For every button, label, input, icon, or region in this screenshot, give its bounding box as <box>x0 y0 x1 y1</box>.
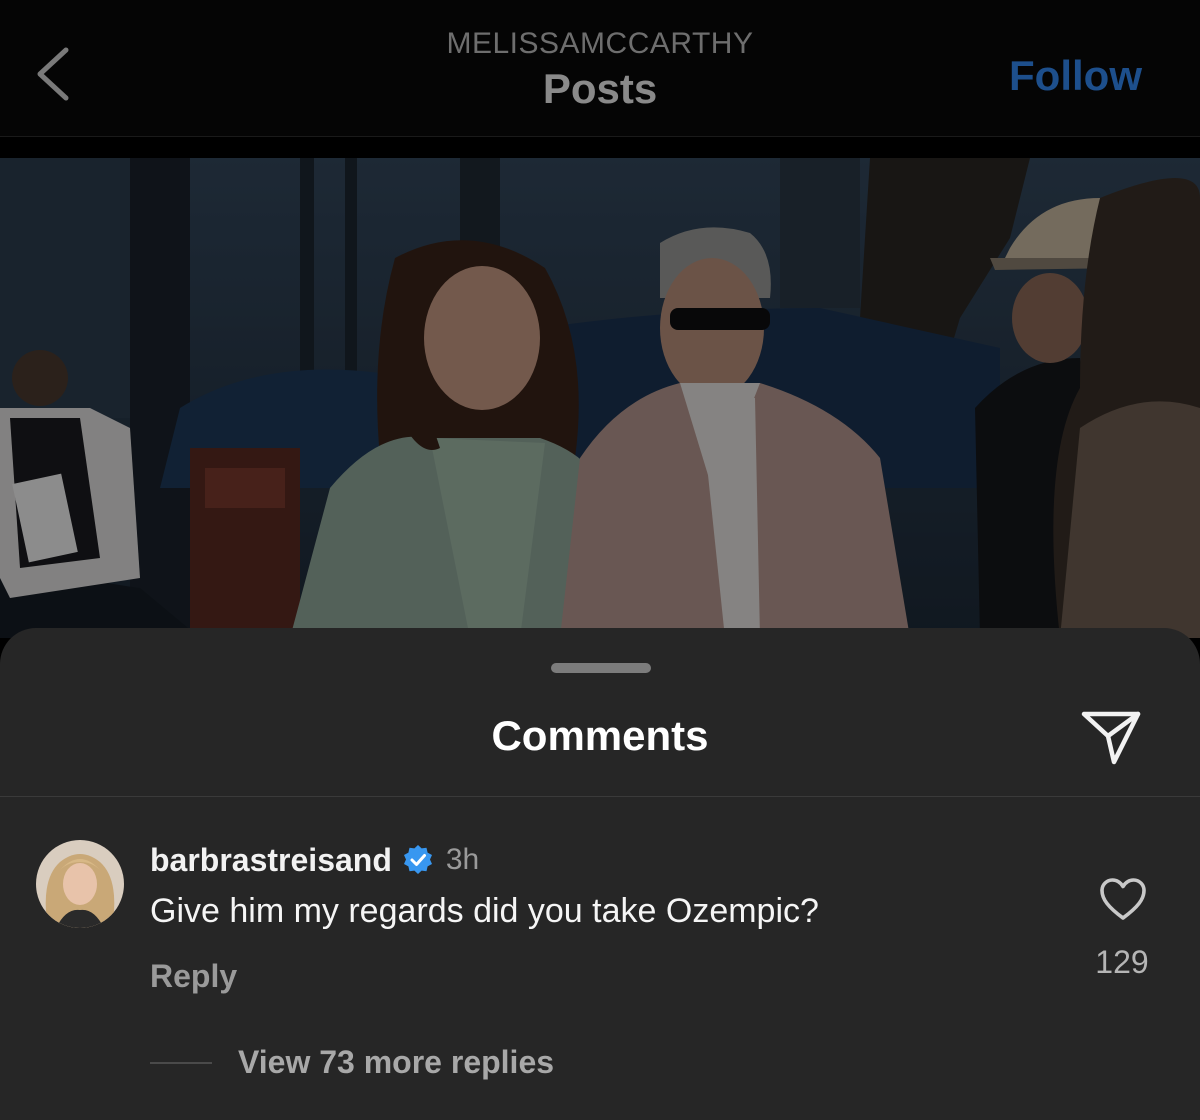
comment-text: Give him my regards did you take Ozempic… <box>150 892 819 930</box>
post-page: MELISSAMCCARTHY Posts Follow Comments ba… <box>0 0 1200 1120</box>
comments-sheet: Comments barbrastreisand 3h Give him my … <box>0 628 1200 1120</box>
comments-title: Comments <box>491 712 709 759</box>
avatar[interactable] <box>36 840 124 928</box>
top-nav-bar: MELISSAMCCARTHY Posts Follow <box>0 0 1200 137</box>
page-title: Posts <box>542 65 658 112</box>
paper-plane-icon <box>1081 711 1141 765</box>
replies-divider-line <box>150 1062 212 1064</box>
follow-button[interactable]: Follow <box>1009 52 1142 100</box>
comment-meta: barbrastreisand 3h <box>150 840 479 880</box>
like-count: 129 <box>1095 944 1149 980</box>
post-photo-illustration <box>0 158 1200 638</box>
reply-button[interactable]: Reply <box>150 958 237 995</box>
share-button[interactable] <box>1078 704 1144 770</box>
profile-username: MELISSAMCCARTHY <box>446 27 754 60</box>
like-button[interactable] <box>1098 876 1148 922</box>
comment-username[interactable]: barbrastreisand <box>150 842 392 879</box>
chevron-left-icon <box>37 47 69 101</box>
heart-icon <box>1100 878 1146 920</box>
post-photo[interactable] <box>0 158 1200 638</box>
profile-picture <box>36 840 124 928</box>
view-replies-button[interactable]: View 73 more replies <box>238 1044 554 1081</box>
verified-badge-icon <box>403 845 432 874</box>
sheet-drag-handle[interactable] <box>551 663 651 673</box>
divider <box>0 796 1200 797</box>
header-titles: MELISSAMCCARTHY Posts <box>300 26 900 116</box>
back-button[interactable] <box>30 44 80 104</box>
comment-timestamp: 3h <box>445 843 480 876</box>
